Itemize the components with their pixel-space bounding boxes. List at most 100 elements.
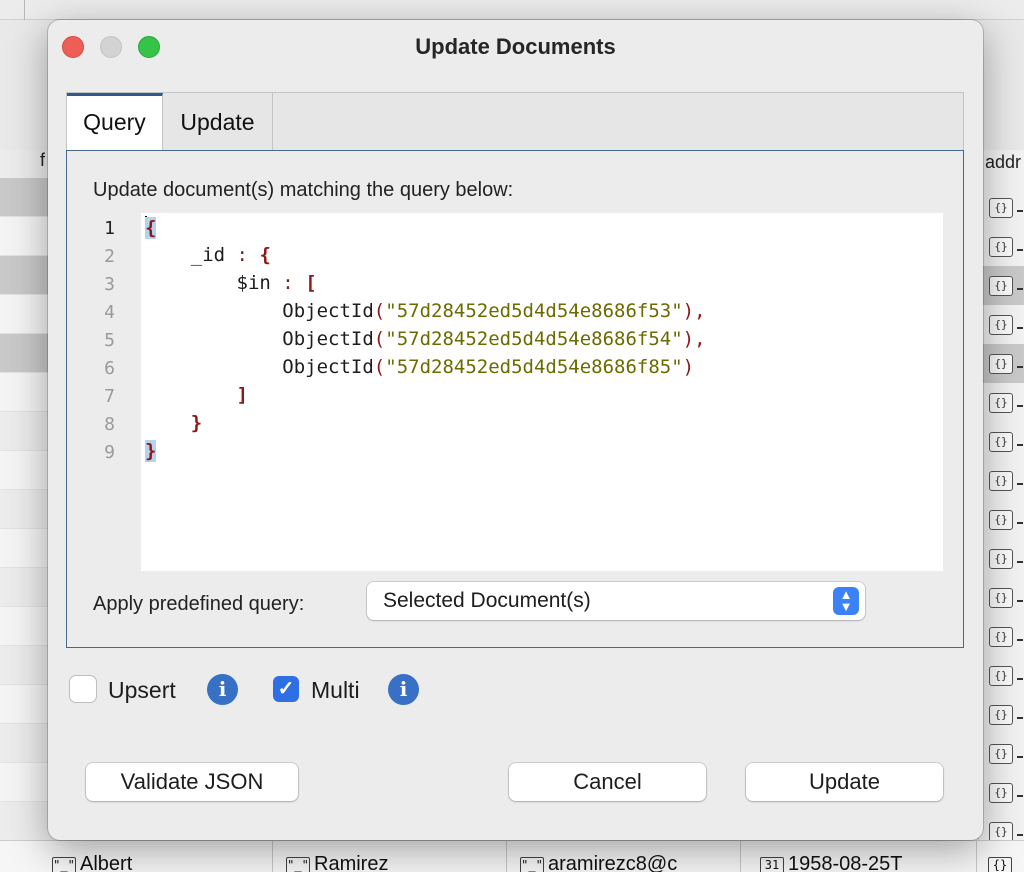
address-cell[interactable]: {} <box>979 734 1024 773</box>
upsert-label[interactable]: Upsert <box>108 677 176 704</box>
in-operator: $in <box>236 272 271 294</box>
ellipsis <box>1017 756 1023 758</box>
query-panel: Update document(s) matching the query be… <box>66 150 964 648</box>
column-separator <box>506 841 507 872</box>
address-cell[interactable]: {} <box>988 853 1016 872</box>
object-type-icon: {} <box>989 666 1013 686</box>
code-line: } <box>145 440 157 462</box>
predefined-query-value: Selected Document(s) <box>383 589 591 612</box>
chevron-up-down-icon: ▲ ▼ <box>833 587 859 615</box>
ellipsis <box>1017 366 1023 368</box>
title-bar[interactable]: Update Documents <box>48 20 983 72</box>
object-type-icon: {} <box>989 393 1013 413</box>
code-line: } <box>145 412 202 434</box>
open-brace: { <box>145 217 157 239</box>
email-cell[interactable]: "_" aramirezc8@c <box>520 853 677 872</box>
validate-json-button[interactable]: Validate JSON <box>86 763 298 801</box>
column-header-address[interactable]: addr <box>985 152 1021 173</box>
object-type-icon: {} <box>989 432 1013 452</box>
ellipsis <box>1017 444 1023 446</box>
object-type-icon: {} <box>989 198 1013 218</box>
upsert-checkbox[interactable] <box>70 676 96 702</box>
address-cell[interactable]: {} <box>979 617 1024 656</box>
multi-label[interactable]: Multi <box>311 677 360 704</box>
calendar-icon: 31 <box>760 857 784 872</box>
cancel-button[interactable]: Cancel <box>509 763 706 801</box>
column-header-left[interactable]: f <box>40 150 45 171</box>
code-line: ObjectId("57d28452ed5d4d54e8686f53"), <box>282 300 706 322</box>
code-line: ObjectId("57d28452ed5d4d54e8686f85") <box>282 356 695 378</box>
string-type-icon: "_" <box>520 857 544 872</box>
address-cell[interactable]: {} <box>979 188 1024 227</box>
object-id-string: "57d28452ed5d4d54e8686f54" <box>385 328 683 350</box>
ellipsis <box>1017 717 1023 719</box>
function-name: ObjectId <box>282 328 374 350</box>
line-number: 5 <box>104 330 115 351</box>
line-number: 9 <box>104 442 115 463</box>
tab-bar: Query Update <box>66 92 964 151</box>
address-cell[interactable]: {} <box>979 461 1024 500</box>
function-name: ObjectId <box>282 300 374 322</box>
column-separator <box>976 841 977 872</box>
close-brace: } <box>145 440 157 462</box>
ellipsis <box>1017 405 1023 407</box>
object-type-icon: {} <box>989 276 1013 296</box>
object-type-icon: {} <box>989 822 1013 842</box>
line-number-gutter: 1 2 3 4 5 6 7 8 9 <box>67 213 141 571</box>
line-number: 6 <box>104 358 115 379</box>
address-cell[interactable]: {} <box>979 422 1024 461</box>
object-type-icon: {} <box>989 627 1013 647</box>
address-cell[interactable]: {} <box>979 539 1024 578</box>
address-column: addr {} {} {} {} {} {} {} {} {} {} {} {}… <box>978 150 1024 872</box>
object-type-icon: {} <box>989 744 1013 764</box>
ellipsis <box>1017 561 1023 563</box>
first-name-cell[interactable]: "_" Albert <box>52 853 132 872</box>
upsert-info-icon[interactable]: i <box>207 674 238 705</box>
tab-update[interactable]: Update <box>163 93 273 151</box>
address-cell[interactable]: {} <box>979 344 1024 383</box>
last-name-cell[interactable]: "_" Ramirez <box>286 853 388 872</box>
header-divider <box>24 0 25 20</box>
update-documents-dialog: Update Documents Query Update Update doc… <box>48 20 983 840</box>
line-number: 8 <box>104 414 115 435</box>
string-type-icon: "_" <box>286 857 310 872</box>
address-cell[interactable]: {} <box>979 227 1024 266</box>
object-type-icon: {} <box>989 783 1013 803</box>
column-separator <box>272 841 273 872</box>
tab-query[interactable]: Query <box>67 93 163 151</box>
email-value: aramirezc8@c <box>548 853 678 872</box>
object-type-icon: {} <box>988 857 1012 872</box>
address-cell[interactable]: {} <box>979 500 1024 539</box>
address-cell[interactable]: {} <box>979 266 1024 305</box>
ellipsis <box>1017 522 1023 524</box>
query-editor[interactable]: 1 2 3 4 5 6 7 8 9 { _id : { $in : [ Obje… <box>104 213 943 571</box>
address-cell[interactable]: {} <box>979 578 1024 617</box>
multi-info-icon[interactable]: i <box>388 674 419 705</box>
object-type-icon: {} <box>989 588 1013 608</box>
predefined-query-select[interactable]: Selected Document(s) ▲ ▼ <box>367 582 865 620</box>
close-bracket: ] <box>236 384 248 406</box>
dialog-title: Update Documents <box>415 34 616 59</box>
multi-checkbox[interactable]: ✓ <box>273 676 299 702</box>
address-cell[interactable]: {} <box>979 383 1024 422</box>
line-number: 4 <box>104 302 115 323</box>
object-type-icon: {} <box>989 471 1013 491</box>
line-number: 7 <box>104 386 115 407</box>
address-cell[interactable]: {} <box>979 656 1024 695</box>
table-row-partial[interactable]: "_" Albert "_" Ramirez "_" aramirezc8@c 31 1… <box>0 840 1024 872</box>
first-name-value: Albert <box>80 853 133 872</box>
object-id-string: "57d28452ed5d4d54e8686f85" <box>385 356 683 378</box>
update-button[interactable]: Update <box>746 763 943 801</box>
date-value: 1958-08-25T <box>788 853 903 872</box>
address-cell[interactable]: {} <box>979 773 1024 812</box>
ellipsis <box>1017 639 1023 641</box>
close-brace: } <box>190 412 203 434</box>
address-cell[interactable]: {} <box>979 305 1024 344</box>
object-id-string: "57d28452ed5d4d54e8686f53" <box>385 300 683 322</box>
address-cell[interactable]: {} <box>979 695 1024 734</box>
id-key: _id <box>190 244 226 266</box>
date-cell[interactable]: 31 1958-08-25T <box>760 853 903 872</box>
predefined-query-label: Apply predefined query: <box>93 593 305 615</box>
open-brace: { <box>259 244 271 266</box>
colon: : <box>282 272 294 294</box>
